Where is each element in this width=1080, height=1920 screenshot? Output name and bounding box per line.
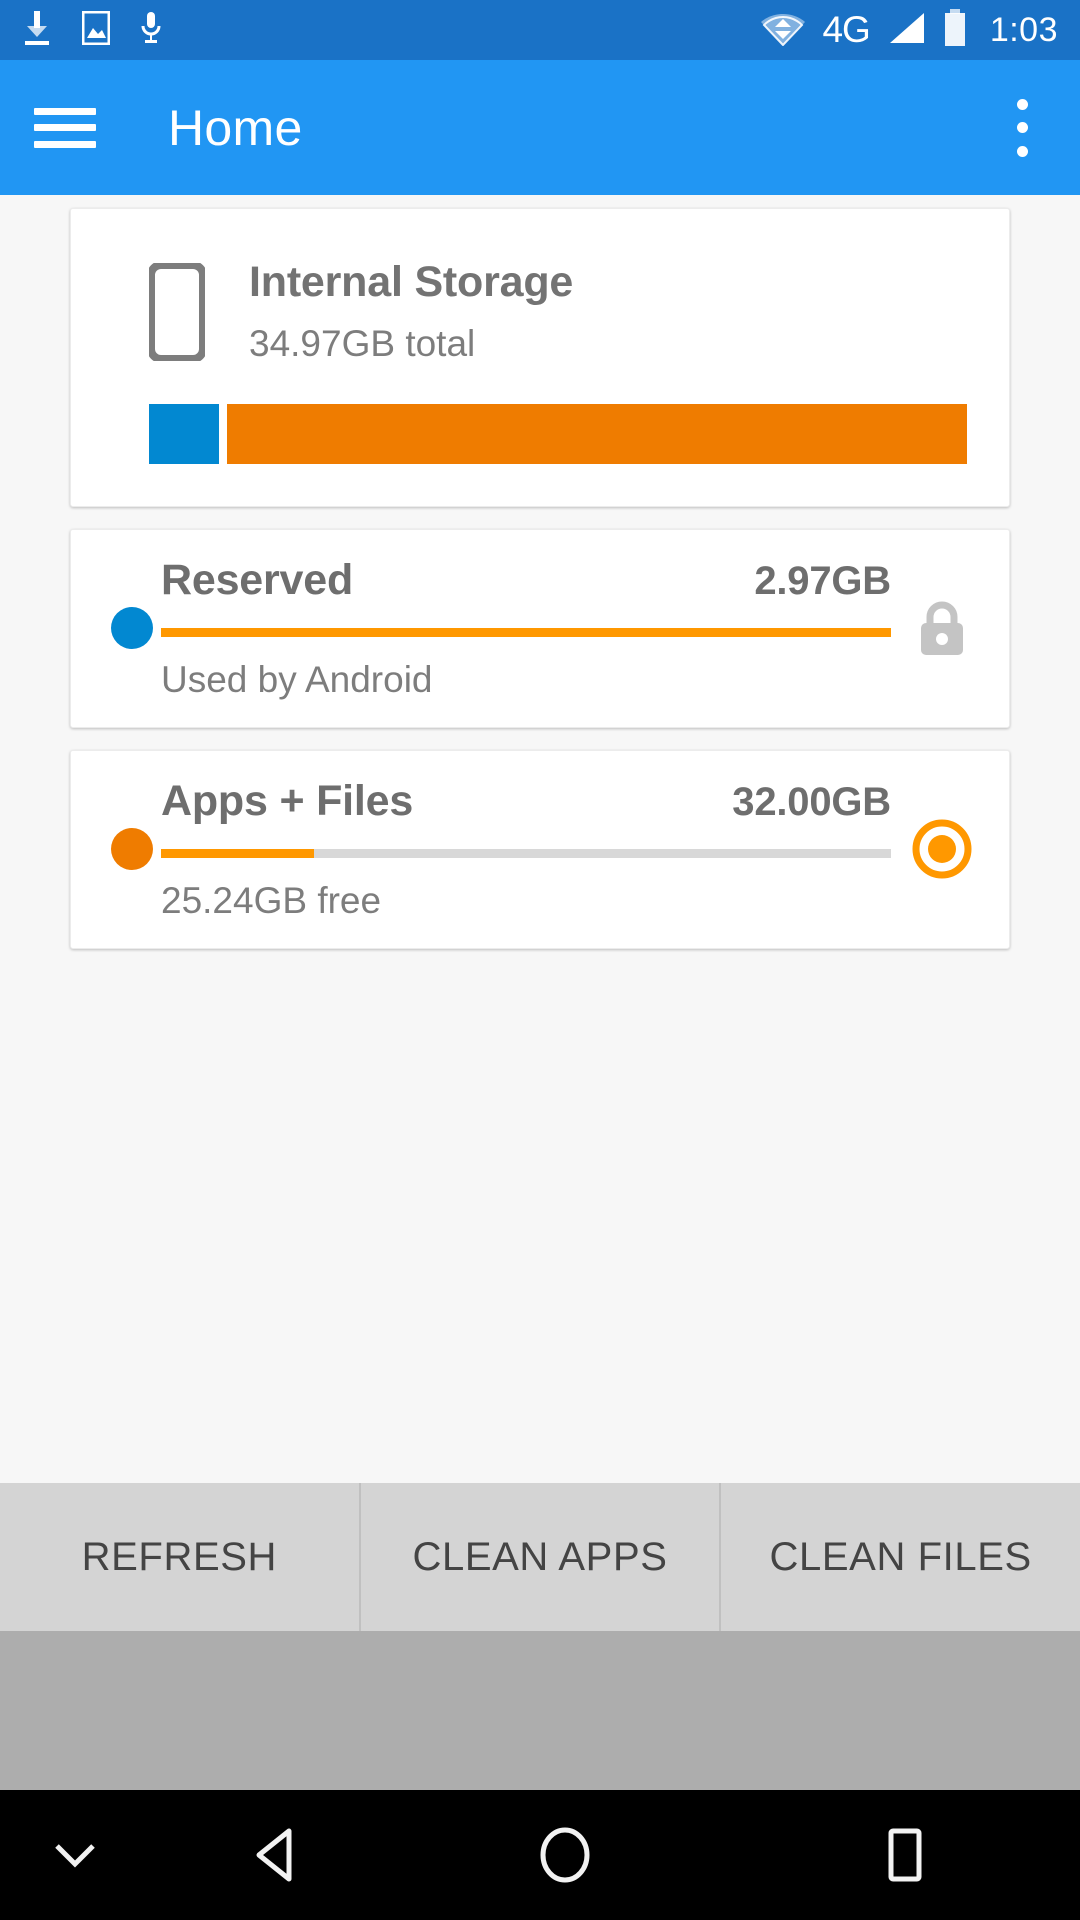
status-bar-system-icons: 4G 1:03 bbox=[760, 8, 1058, 52]
system-navigation-bar bbox=[0, 1790, 1080, 1920]
microphone-icon bbox=[140, 11, 162, 50]
reserved-card[interactable]: Reserved 2.97GB Used by Android bbox=[70, 528, 1010, 728]
page-title: Home bbox=[168, 99, 303, 156]
clean-files-button[interactable]: CLEAN FILES bbox=[719, 1483, 1080, 1631]
apps-files-color-dot bbox=[111, 828, 153, 871]
reserved-color-dot bbox=[111, 607, 153, 650]
apps-files-subtitle: 25.24GB free bbox=[161, 879, 382, 921]
apps-files-progress-track bbox=[161, 848, 891, 858]
apps-files-body: Apps + Files 32.00GB 25.24GB free bbox=[161, 777, 891, 922]
storage-segment-reserved bbox=[149, 403, 219, 464]
battery-icon bbox=[942, 8, 968, 52]
overflow-menu-icon[interactable] bbox=[998, 97, 1046, 159]
internal-storage-card[interactable]: Internal Storage 34.97GB total bbox=[70, 208, 1010, 507]
status-bar: 4G 1:03 bbox=[0, 0, 1080, 60]
refresh-button[interactable]: REFRESH bbox=[0, 1483, 359, 1631]
reserved-progress-fill bbox=[161, 627, 891, 637]
signal-icon bbox=[886, 11, 926, 50]
home-icon[interactable] bbox=[400, 1826, 730, 1884]
hamburger-menu-icon[interactable] bbox=[34, 101, 96, 155]
reserved-subtitle: Used by Android bbox=[161, 658, 433, 700]
clean-apps-button[interactable]: CLEAN APPS bbox=[358, 1483, 720, 1631]
network-type-label: 4G bbox=[822, 9, 870, 50]
storage-segment-apps-files bbox=[226, 403, 967, 464]
back-icon[interactable] bbox=[150, 1827, 400, 1883]
storage-segment-divider bbox=[218, 403, 227, 464]
image-icon bbox=[81, 10, 111, 50]
app-bar: Home bbox=[0, 60, 1080, 195]
bottom-filler-strip bbox=[0, 1631, 1080, 1790]
internal-storage-total: 34.97GB total bbox=[249, 322, 476, 364]
status-bar-notification-icons bbox=[22, 10, 162, 50]
apps-files-label: Apps + Files bbox=[161, 776, 414, 825]
phone-icon bbox=[147, 260, 207, 363]
storage-segmented-bar bbox=[149, 403, 967, 464]
reserved-progress-track bbox=[161, 627, 891, 637]
action-button-bar: REFRESH CLEAN APPS CLEAN FILES bbox=[0, 1483, 1080, 1631]
apps-files-header-row: Apps + Files 32.00GB bbox=[161, 777, 891, 826]
apps-files-card[interactable]: Apps + Files 32.00GB 25.24GB free bbox=[70, 749, 1010, 949]
status-bar-clock: 1:03 bbox=[989, 10, 1058, 49]
lock-icon bbox=[911, 597, 973, 659]
apps-files-size: 32.00GB bbox=[732, 779, 891, 824]
download-icon bbox=[22, 10, 52, 50]
recents-icon[interactable] bbox=[730, 1827, 1080, 1883]
apps-files-progress-fill bbox=[161, 848, 315, 858]
reserved-body: Reserved 2.97GB Used by Android bbox=[161, 556, 891, 701]
wifi-icon bbox=[760, 10, 806, 51]
internal-storage-title: Internal Storage bbox=[249, 258, 574, 306]
radio-button-selected-icon[interactable] bbox=[911, 818, 973, 880]
internal-storage-header: Internal Storage 34.97GB total bbox=[111, 257, 969, 367]
main-content: Internal Storage 34.97GB total Reserved … bbox=[0, 195, 1080, 1483]
reserved-size: 2.97GB bbox=[754, 558, 891, 603]
reserved-label: Reserved bbox=[161, 555, 354, 604]
reserved-header-row: Reserved 2.97GB bbox=[161, 556, 891, 605]
chevron-down-icon[interactable] bbox=[0, 1840, 150, 1870]
